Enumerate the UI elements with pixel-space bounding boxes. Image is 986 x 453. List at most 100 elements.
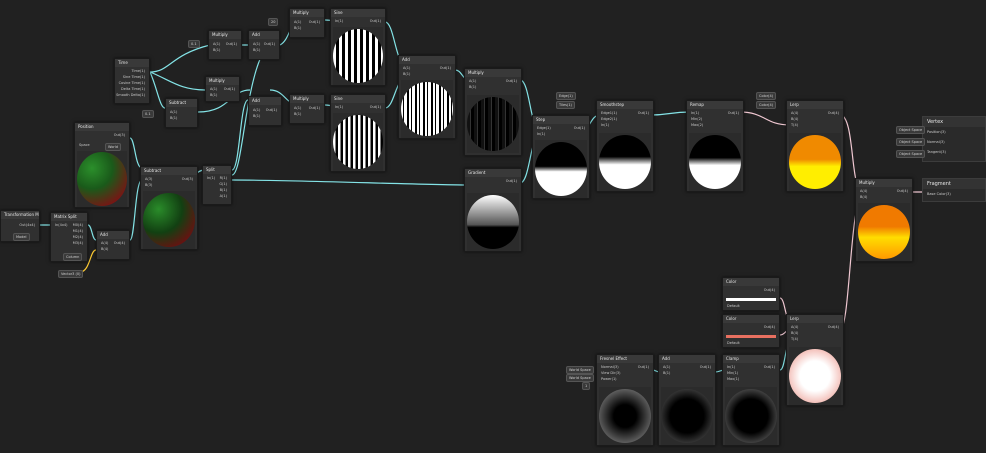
cosine-time-out[interactable]: Cosine Time(1): [119, 81, 145, 86]
port-in[interactable]: In(1): [727, 365, 735, 370]
port-a[interactable]: A(3): [145, 177, 152, 182]
port-b[interactable]: B(1): [220, 188, 227, 193]
view-space-chip[interactable]: World Space: [566, 374, 594, 382]
lerp-node[interactable]: Lerp A(4) B(4) T(4) Out(4): [786, 314, 844, 406]
port-b[interactable]: B(3): [145, 183, 152, 188]
port-b[interactable]: B(1): [403, 72, 410, 77]
edge-chip[interactable]: Edge(1): [556, 92, 576, 100]
port-b[interactable]: B(4): [791, 117, 798, 122]
add-node[interactable]: Add A(1) B(1) Out(1): [248, 30, 280, 60]
color-chip[interactable]: Color(4): [756, 101, 777, 109]
multiply-node[interactable]: Multiply A(1) B(1) Out(1): [205, 76, 240, 102]
base-color-slot[interactable]: Base Color(3): [923, 189, 985, 199]
port-out[interactable]: Out(4): [828, 325, 839, 330]
position-node[interactable]: Position Out(3) Space World: [74, 122, 130, 208]
port-max[interactable]: Max(1): [727, 377, 739, 382]
port-a[interactable]: A(1): [220, 194, 227, 199]
add-node[interactable]: Add A(4) B(4) Out(4): [96, 230, 130, 260]
time-node[interactable]: Time Time(1) Sine Time(1) Cosine Time(1)…: [114, 58, 150, 104]
matrix-split-node[interactable]: Matrix Split In(4x4) M0(4) M1(4) M2(4) M…: [50, 212, 88, 262]
port-t[interactable]: T(4): [791, 337, 798, 342]
multiply-node[interactable]: Multiply A(1) B(1) Out(1): [464, 68, 522, 156]
port-out[interactable]: Out(1): [700, 365, 711, 370]
multiply-node[interactable]: Multiply A(1) B(1) Out(1): [289, 94, 325, 124]
port-out[interactable]: Out(1): [266, 108, 277, 113]
port-edge1[interactable]: Edge1(1): [601, 111, 617, 116]
remap-node[interactable]: Remap In(1) Min(2) Max(2) Out(1): [686, 100, 744, 192]
port-view-dir[interactable]: View Dir(3): [601, 371, 620, 376]
space-dropdown[interactable]: World: [105, 143, 122, 151]
value-chip[interactable]: 20: [268, 18, 279, 26]
object-space-chip[interactable]: Object Space: [896, 138, 926, 146]
port-b[interactable]: B(4): [860, 195, 867, 200]
port-edge2[interactable]: Edge2(1): [601, 117, 617, 122]
port-out[interactable]: Out(1): [764, 365, 775, 370]
color-node[interactable]: Color Out(4) Default: [722, 314, 780, 348]
port-out[interactable]: Out(1): [226, 42, 237, 47]
port-a[interactable]: A(1): [210, 87, 217, 92]
value-chip[interactable]: 0.1: [188, 40, 200, 48]
port-out[interactable]: Out(1): [638, 111, 649, 116]
split-dropdown[interactable]: Column: [63, 253, 83, 261]
port-out[interactable]: Out(1): [370, 19, 381, 24]
multiply-node[interactable]: Multiply A(1) B(1) Out(1): [289, 8, 325, 38]
port-b[interactable]: B(1): [170, 116, 177, 121]
subtract-node[interactable]: Subtract A(1) B(1): [165, 98, 198, 128]
port-min[interactable]: Min(2): [691, 117, 702, 122]
port-min[interactable]: Min(1): [727, 371, 738, 376]
color-swatch[interactable]: [726, 335, 776, 338]
port-b[interactable]: B(1): [663, 371, 670, 376]
port-in[interactable]: In(4x4): [55, 223, 68, 228]
port-a[interactable]: A(1): [403, 66, 410, 71]
port-g[interactable]: G(1): [219, 182, 227, 187]
port-b[interactable]: B(1): [294, 26, 301, 31]
port-out[interactable]: Out(4): [114, 241, 125, 246]
vertex-block[interactable]: Vertex Position(3) Normal(3) Tangent(3): [922, 116, 986, 162]
port-out[interactable]: Out(1): [506, 179, 517, 184]
port-out[interactable]: Out(1): [506, 79, 517, 84]
time-out[interactable]: Time(1): [131, 69, 145, 74]
port-out[interactable]: Out(4): [828, 111, 839, 116]
port-out[interactable]: Out(1): [309, 106, 320, 111]
clamp-node[interactable]: Clamp In(1) Min(1) Max(1) Out(1): [722, 354, 780, 446]
port-m3[interactable]: M3(4): [73, 241, 83, 246]
port-edge[interactable]: Edge(1): [537, 126, 551, 131]
sine-time-out[interactable]: Sine Time(1): [123, 75, 145, 80]
port-out[interactable]: Out(1): [638, 365, 649, 370]
port-b[interactable]: B(1): [213, 48, 220, 53]
port-out[interactable]: Out(1): [224, 87, 235, 92]
multiply-node[interactable]: Multiply A(4) B(4) Out(4): [855, 178, 913, 262]
port-a[interactable]: A(1): [663, 365, 670, 370]
port-m2[interactable]: M2(4): [73, 235, 83, 240]
object-space-chip[interactable]: Object Space: [896, 150, 926, 158]
port-a[interactable]: A(4): [860, 189, 867, 194]
port-out[interactable]: Out(4): [764, 325, 775, 330]
port-t[interactable]: T(4): [791, 123, 798, 128]
port-in[interactable]: In(1): [537, 132, 545, 137]
multiply-node[interactable]: Multiply A(1) B(1) Out(1): [208, 30, 242, 60]
smooth-delta-out[interactable]: Smooth Delta(1): [116, 93, 145, 98]
power-chip[interactable]: 1: [582, 382, 591, 390]
port-b[interactable]: B(1): [469, 85, 476, 90]
port-out[interactable]: Out(1): [309, 20, 320, 25]
port-a[interactable]: A(4): [101, 241, 108, 246]
port-in[interactable]: In(1): [601, 123, 609, 128]
sine-node[interactable]: Sine In(1) Out(1): [330, 8, 386, 86]
port-a[interactable]: A(4): [791, 325, 798, 330]
sine-node[interactable]: Sine In(1) Out(1): [330, 94, 386, 172]
color-chip[interactable]: Color(4): [756, 92, 777, 100]
port-m0[interactable]: M0(4): [73, 223, 83, 228]
transformation-matrix-node[interactable]: Transformation Matrix Out(4x4) Model: [0, 210, 40, 242]
smoothstep-node[interactable]: Smoothstep Edge1(1) Edge2(1) In(1) Out(1…: [596, 100, 654, 192]
port-in[interactable]: In(1): [335, 105, 343, 110]
fragment-block[interactable]: Fragment Base Color(3): [922, 178, 986, 202]
port-out[interactable]: Out(1): [574, 126, 585, 131]
vector-chip[interactable]: Vector3 (0): [58, 270, 84, 278]
gradient-node[interactable]: Gradient Out(1): [464, 168, 522, 252]
subtract-node[interactable]: Subtract A(3) B(3) Out(3): [140, 166, 198, 250]
port-in[interactable]: In(1): [691, 111, 699, 116]
port-max[interactable]: Max(2): [691, 123, 703, 128]
add-node[interactable]: Add A(1) B(1) Out(1): [248, 96, 282, 126]
port-a[interactable]: A(4): [791, 111, 798, 116]
port-b[interactable]: B(1): [253, 114, 260, 119]
